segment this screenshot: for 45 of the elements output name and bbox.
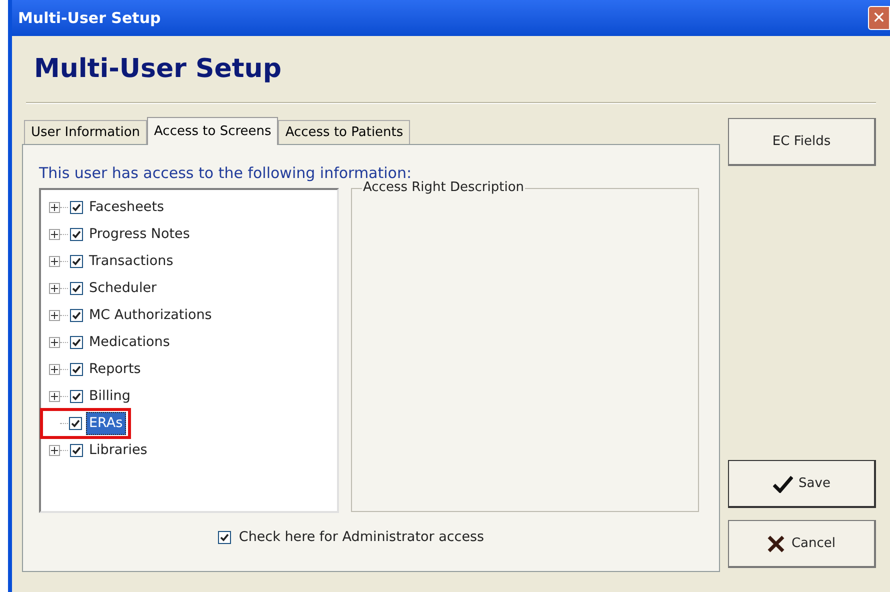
intro-text: This user has access to the following information: xyxy=(39,163,412,182)
tree-checkbox[interactable] xyxy=(70,363,83,376)
tree-item[interactable]: Libraries xyxy=(87,440,150,461)
expand-icon[interactable] xyxy=(49,337,60,348)
tree-checkbox[interactable] xyxy=(69,417,82,430)
save-button[interactable]: Save xyxy=(728,460,876,508)
window-title: Multi-User Setup xyxy=(18,8,161,29)
expand-icon[interactable] xyxy=(49,364,60,375)
expand-icon[interactable] xyxy=(49,256,60,267)
tab[interactable]: User Information xyxy=(24,120,148,144)
tree-checkbox[interactable] xyxy=(70,309,83,322)
group-title: Access Right Description xyxy=(362,180,526,196)
tree-item[interactable]: Transactions xyxy=(87,251,176,272)
tree-item[interactable]: Reports xyxy=(87,359,143,380)
tab[interactable]: Access to Patients xyxy=(278,120,410,144)
fields-button[interactable]: EC Fields xyxy=(728,118,876,166)
expand-icon[interactable] xyxy=(49,310,60,321)
dialog-heading: Multi-User Setup xyxy=(33,54,282,84)
tree-checkbox[interactable] xyxy=(70,201,83,214)
expand-icon[interactable] xyxy=(49,229,60,240)
tree-item[interactable]: Facesheets xyxy=(87,197,166,218)
admin-checkbox[interactable] xyxy=(218,530,231,544)
expand-icon[interactable] xyxy=(49,202,60,213)
tree-item[interactable]: Scheduler xyxy=(87,278,159,299)
tree-item[interactable]: Billing xyxy=(87,386,132,407)
tree-checkbox[interactable] xyxy=(70,390,83,403)
close-button[interactable]: ✕ xyxy=(868,6,890,30)
tab[interactable]: Access to Screens xyxy=(147,117,278,145)
checkmark-icon xyxy=(772,474,793,492)
expand-icon[interactable] xyxy=(49,391,60,402)
expand-icon[interactable] xyxy=(49,283,60,294)
tree-checkbox[interactable] xyxy=(70,336,83,349)
tree-item[interactable]: ERAs xyxy=(86,412,126,435)
tree-checkbox[interactable] xyxy=(70,282,83,295)
tree-item[interactable]: MC Authorizations xyxy=(87,305,214,326)
tree-item[interactable]: Medications xyxy=(87,332,172,353)
cancel-button[interactable]: Cancel xyxy=(728,520,876,568)
tree-checkbox[interactable] xyxy=(70,228,83,241)
tree-view[interactable]: Facesheets Progress Notes Transactions Scheduler MC Authorizations Medications Reports Billing ERAs Libraries xyxy=(39,188,339,513)
tree-checkbox[interactable] xyxy=(70,255,83,268)
admin-label: Check here for Administrator access xyxy=(238,528,484,547)
tree-checkbox[interactable] xyxy=(70,444,83,457)
close-icon xyxy=(767,534,786,552)
tree-item[interactable]: Progress Notes xyxy=(87,224,192,245)
expand-icon[interactable] xyxy=(49,445,60,456)
